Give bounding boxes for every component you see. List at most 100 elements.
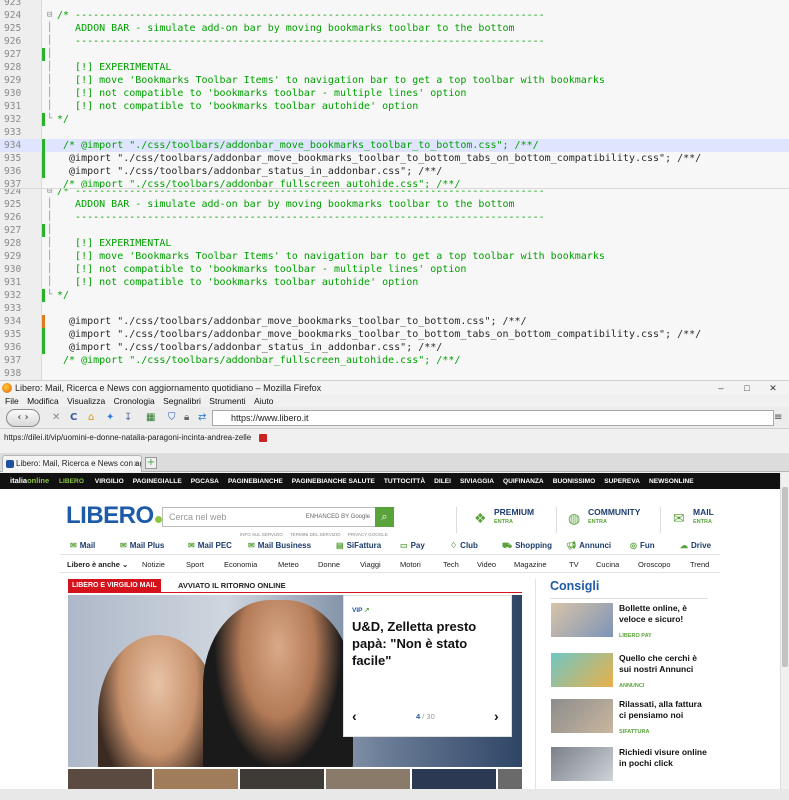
hamburger-menu-icon[interactable]: ≡ (774, 410, 782, 426)
code-line[interactable]: 929 │ [!] move 'Bookmarks Toolbar Items' … (0, 74, 789, 87)
page-viewport[interactable]: italiaonline LIBERO VIRGILIO PAGINEGIALLE… (0, 473, 780, 789)
back-forward-button[interactable]: ‹ › (6, 409, 40, 427)
iol-link[interactable]: TUTTOCITTÀ (384, 478, 425, 485)
code-line[interactable]: 938 (0, 367, 789, 380)
search-button[interactable]: ⌕ (375, 507, 394, 527)
menu-visualizza[interactable]: Visualizza (67, 396, 105, 406)
promo-mail[interactable]: ✉ MAIL ENTRA (673, 507, 723, 535)
code-line[interactable]: 931 │ [!] not compatible to 'bookmarks to… (0, 100, 789, 113)
hero-tag[interactable]: LIBERO E VIRGILIO MAIL (68, 579, 161, 592)
thumbnail[interactable] (154, 769, 238, 789)
code-editor-top[interactable]: 923 924 ⊟/* ------------------------------… (0, 0, 789, 188)
code-line[interactable]: 931 │ [!] not compatible to 'bookmarks to… (0, 276, 789, 289)
code-line[interactable]: 926 │ -----------------------------------… (0, 211, 789, 224)
service-link[interactable]: ✉ Mail Business (248, 537, 311, 555)
code-line[interactable]: 935 @import "./css/toolbars/addonbar_mov… (0, 152, 789, 165)
menu-cronologia[interactable]: Cronologia (114, 396, 155, 406)
hero-card[interactable]: VIP ↗ U&D, Zelletta presto papà: "Non è … (343, 595, 512, 737)
service-link[interactable]: ☁ Drive (680, 537, 711, 555)
service-link[interactable]: ✉ Mail (70, 537, 95, 555)
code-line[interactable]: 924 ⊟/* ---------------------------------… (0, 9, 789, 22)
category-link[interactable]: Economia (224, 557, 257, 573)
menu-segnalibri[interactable]: Segnalibri (163, 396, 201, 406)
scrollbar-thumb[interactable] (782, 487, 788, 667)
tab-libero[interactable]: Libero: Mail, Ricerca e News con aggiorn… (2, 455, 142, 472)
service-link[interactable]: ⛟ Shopping (502, 537, 552, 555)
bookmark-star-icon[interactable]: ✦ (106, 410, 114, 426)
code-line[interactable]: 925 │ ADDON BAR - simulate add-on bar by … (0, 22, 789, 35)
code-line[interactable]: 933 (0, 302, 789, 315)
library-icon[interactable]: ▦ (146, 410, 155, 426)
category-link[interactable]: Oroscopo (638, 557, 671, 573)
code-line[interactable]: 933 (0, 126, 789, 139)
menu-aiuto[interactable]: Aiuto (254, 396, 273, 406)
thumbnail[interactable] (498, 769, 522, 789)
code-line[interactable]: 937 /* @import "./css/toolbars/addonbar_… (0, 354, 789, 367)
code-line[interactable]: 930 │ [!] not compatible to 'bookmarks to… (0, 87, 789, 100)
sidebar-item-annunci[interactable]: Quello che cerchi è sui nostri Annunci A… (551, 653, 711, 693)
iol-link-libero[interactable]: LIBERO (59, 478, 84, 485)
service-link[interactable]: ▭ Pay (400, 537, 425, 555)
code-line[interactable]: 934 /* @import "./css/toolbars/addonbar_… (0, 139, 789, 152)
thumbnail[interactable] (68, 769, 152, 789)
search-input[interactable]: Cerca nel web ENHANCED BY Google (162, 507, 376, 527)
menu-file[interactable]: File (5, 396, 19, 406)
category-link[interactable]: Viaggi (360, 557, 381, 573)
iol-link[interactable]: PGCASA (191, 478, 219, 485)
category-link[interactable]: Cucina (596, 557, 619, 573)
maximize-button[interactable]: □ (734, 381, 760, 395)
iol-link[interactable]: SIVIAGGIA (460, 478, 494, 485)
menu-modifica[interactable]: Modifica (27, 396, 59, 406)
category-link[interactable]: Video (477, 557, 496, 573)
sidebar-item-libero-pay[interactable]: Bollette online, è veloce e sicuro! LIBE… (551, 603, 711, 643)
code-line[interactable]: 926 │ -----------------------------------… (0, 35, 789, 48)
iol-link[interactable]: NEWSONLINE (649, 478, 694, 485)
category-link[interactable]: Donne (318, 557, 340, 573)
new-tab-button[interactable]: + (145, 457, 157, 469)
iol-link[interactable]: BUONISSIMO (553, 478, 596, 485)
category-link[interactable]: Notizie (142, 557, 165, 573)
page-scrollbar[interactable] (780, 473, 789, 789)
sidebar-item-visure[interactable]: Richiedi visure online in pochi click (551, 747, 711, 787)
next-slide-icon[interactable]: › (494, 708, 499, 724)
code-line[interactable]: 935 @import "./css/toolbars/addonbar_mov… (0, 328, 789, 341)
sync-icon[interactable]: ⇄ (198, 410, 206, 426)
iol-link[interactable]: PAGINEBIANCHE SALUTE (292, 478, 375, 485)
category-link[interactable]: Trend (690, 557, 709, 573)
download-icon[interactable]: ↧ (124, 410, 132, 426)
service-link[interactable]: ✉ Mail Plus (120, 537, 164, 555)
stop-icon[interactable]: ✕ (52, 410, 60, 426)
iol-link[interactable]: VIRGILIO (95, 478, 124, 485)
code-line[interactable]: 932 └ */ (0, 113, 789, 126)
reload-icon[interactable]: C (70, 410, 77, 426)
close-tab-icon[interactable]: x (134, 456, 138, 472)
code-line[interactable]: 924 ⊟/* ---------------------------------… (0, 189, 789, 198)
service-link[interactable]: ◎ Fun (630, 537, 655, 555)
category-link[interactable]: TV (569, 557, 579, 573)
iol-link[interactable]: DILEI (434, 478, 451, 485)
card-headline[interactable]: U&D, Zelletta presto papà: "Non è stato … (352, 618, 502, 669)
fold-toggle-icon[interactable]: ⊟ (47, 9, 57, 22)
category-link[interactable]: Tech (443, 557, 459, 573)
code-line[interactable]: 925 │ ADDON BAR - simulate add-on bar by … (0, 198, 789, 211)
category-link[interactable]: Sport (186, 557, 204, 573)
code-line[interactable]: 928 │ [!] EXPERIMENTAL (0, 61, 789, 74)
code-line[interactable]: 928 │ [!] EXPERIMENTAL (0, 237, 789, 250)
category-link[interactable]: Meteo (278, 557, 299, 573)
code-editor-bottom[interactable]: 924 ⊟/* ---------------------------------… (0, 188, 789, 380)
code-line[interactable]: 932 └ */ (0, 289, 789, 302)
service-link[interactable]: ♢ Club (450, 537, 478, 555)
url-bar[interactable]: https://www.libero.it (212, 410, 774, 426)
code-line[interactable]: 936 @import "./css/toolbars/addonbar_sta… (0, 341, 789, 354)
service-link[interactable]: ▤ SiFattura (336, 537, 381, 555)
shield-icon[interactable]: ⛉ (168, 410, 176, 426)
hero-subtitle[interactable]: AVVIATO IL RITORNO ONLINE (178, 579, 286, 592)
thumbnail[interactable] (240, 769, 324, 789)
service-link[interactable]: ✉ Mail PEC (188, 537, 232, 555)
thumbnail[interactable] (326, 769, 410, 789)
code-line[interactable]: 923 (0, 0, 789, 9)
fold-toggle-icon[interactable]: ⊟ (47, 189, 57, 198)
prev-slide-icon[interactable]: ‹ (352, 708, 357, 724)
thumbnail[interactable] (412, 769, 496, 789)
iol-link[interactable]: PAGINEBIANCHE (228, 478, 283, 485)
